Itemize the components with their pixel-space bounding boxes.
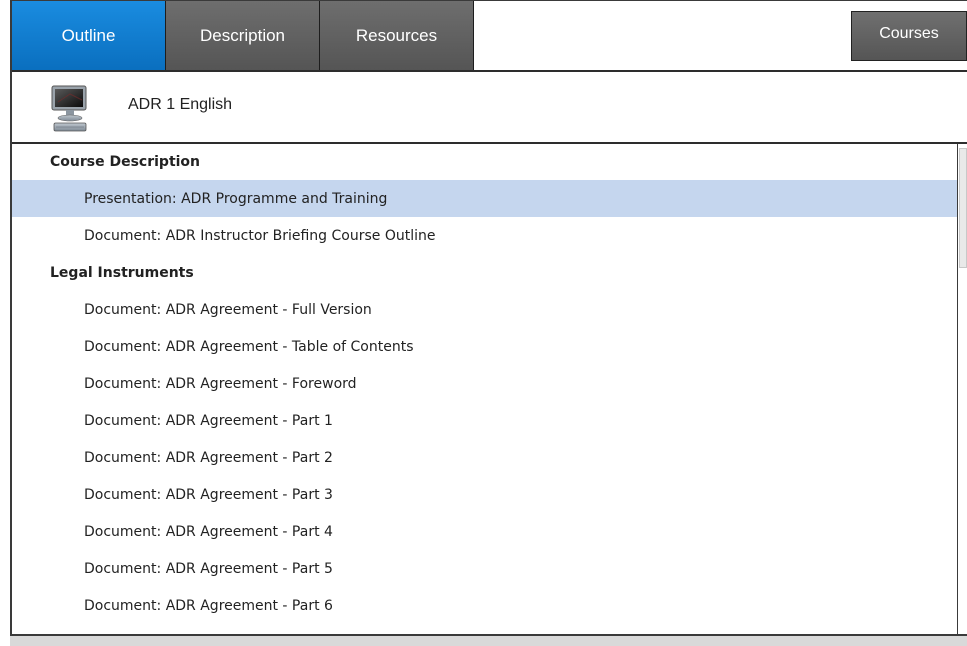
list-item[interactable]: Document: ADR Agreement - Part 5 [12, 550, 957, 587]
app-frame: Outline Description Resources Courses AD… [10, 0, 967, 646]
list-item[interactable]: Document: ADR Agreement - Full Version [12, 291, 957, 328]
bottom-bar [10, 634, 967, 646]
tab-bar: Outline Description Resources Courses [12, 1, 967, 72]
list-item[interactable]: Document: ADR Agreement - Part 2 [12, 439, 957, 476]
list-item[interactable]: Document: ADR Instructor Briefing Course… [12, 217, 957, 254]
course-header: ADR 1 English [12, 72, 967, 144]
courses-button[interactable]: Courses [851, 11, 967, 61]
list-item[interactable]: Document: ADR Agreement - Part 4 [12, 513, 957, 550]
list-item[interactable]: Document: ADR Agreement - Foreword [12, 365, 957, 402]
section-header: Legal Instruments [50, 264, 194, 281]
list-item[interactable]: Document: ADR Agreement - Part 3 [12, 476, 957, 513]
vertical-scrollbar[interactable] [957, 144, 967, 634]
list-item[interactable]: Document: ADR Agreement - Part 6 [12, 587, 957, 624]
list-item[interactable]: Document: ADR Agreement - Part 1 [12, 402, 957, 439]
tab-resources[interactable]: Resources [320, 1, 474, 70]
course-title: ADR 1 English [128, 96, 233, 113]
section-header: Course Description [50, 154, 201, 170]
outline-list: Course Description Presentation: ADR Pro… [12, 144, 957, 634]
scrollbar-thumb[interactable] [959, 148, 967, 268]
tab-description[interactable]: Description [166, 1, 320, 70]
computer-icon [50, 84, 90, 134]
tab-outline[interactable]: Outline [12, 1, 166, 70]
list-item[interactable]: Presentation: ADR Programme and Training [12, 180, 957, 217]
list-item[interactable]: Document: ADR Agreement - Table of Conte… [12, 328, 957, 365]
